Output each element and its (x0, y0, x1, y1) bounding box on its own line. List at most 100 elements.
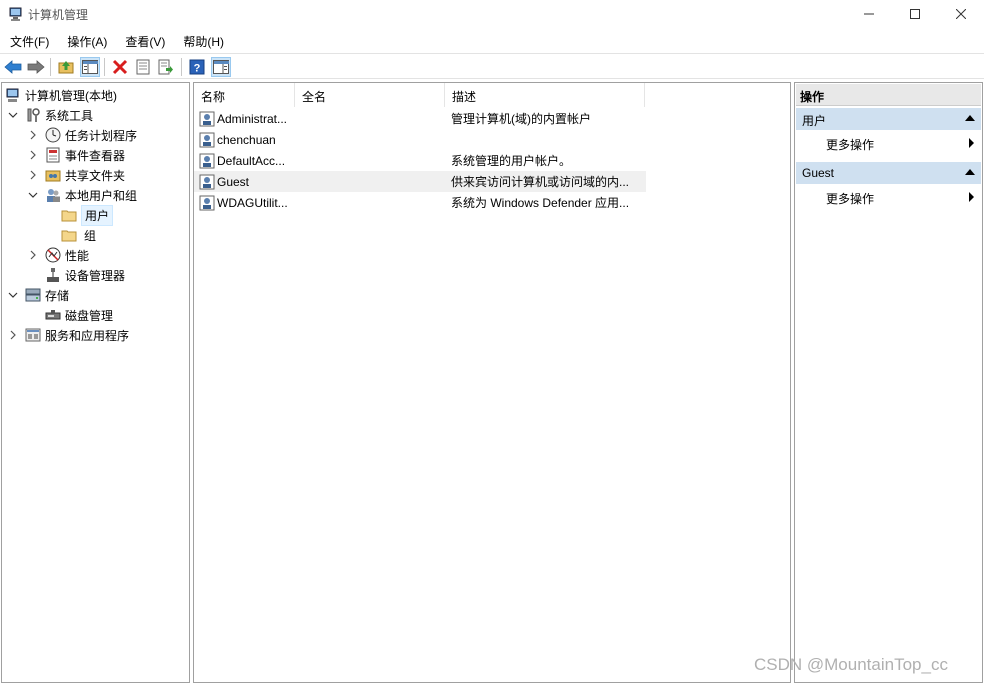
export-list-icon (158, 59, 173, 75)
toolbar-separator (181, 58, 182, 76)
user-name: chenchuan (217, 132, 276, 147)
properties-icon (136, 59, 150, 75)
tree-item-groups[interactable]: 组 (2, 225, 189, 245)
expand-chevron-icon[interactable] (7, 329, 19, 341)
forward-arrow-icon (27, 60, 45, 74)
table-row[interactable]: Guest 供来宾访问计算机或访问域的内... (194, 171, 646, 192)
action-label: 更多操作 (826, 138, 875, 152)
user-icon (199, 195, 215, 210)
svg-text:?: ? (194, 63, 201, 75)
list-header: 名称 全名 描述 (194, 83, 790, 107)
actions-section-guest[interactable]: Guest (796, 162, 981, 184)
table-row[interactable]: DefaultAcc... 系统管理的用户帐户。 (194, 150, 646, 171)
help-button[interactable]: ? (187, 57, 207, 77)
back-button[interactable] (3, 57, 23, 77)
tree-label: 系统工具 (45, 108, 94, 123)
storage-icon (25, 288, 41, 302)
menu-file[interactable]: 文件(F) (0, 30, 57, 52)
more-actions-users[interactable]: 更多操作 (796, 132, 981, 152)
tree-item-performance[interactable]: 性能 (2, 245, 189, 265)
user-icon (199, 111, 215, 126)
expand-chevron-icon[interactable] (27, 249, 39, 261)
minimize-button[interactable] (846, 0, 892, 28)
expand-chevron-icon[interactable] (27, 129, 39, 141)
section-label: 用户 (802, 114, 827, 128)
watermark: CSDN @MountainTop_cc (754, 655, 948, 674)
performance-icon (45, 247, 61, 263)
submenu-arrow-icon (969, 138, 974, 148)
collapse-chevron-icon[interactable] (7, 109, 19, 121)
title-bar[interactable]: 计算机管理 (0, 0, 984, 28)
expand-chevron-icon[interactable] (27, 169, 39, 181)
column-header-description[interactable]: 描述 (445, 83, 645, 107)
tree-item-computer-management[interactable]: 计算机管理(本地) (2, 85, 189, 105)
event-viewer-icon (46, 147, 60, 163)
collapse-chevron-icon[interactable] (27, 189, 39, 201)
user-icon (199, 132, 215, 147)
show-hide-action-pane-button[interactable] (211, 57, 231, 77)
delete-button[interactable] (110, 57, 130, 77)
more-actions-guest[interactable]: 更多操作 (796, 186, 981, 206)
tree-item-disk-management[interactable]: 磁盘管理 (2, 305, 189, 325)
tree-item-task-scheduler[interactable]: 任务计划程序 (2, 125, 189, 145)
up-one-level-button[interactable] (56, 57, 76, 77)
console-tree-pane[interactable]: 计算机管理(本地) 系统工具 任务计划程序 事件查看器 共享文件夹 本地用户和组… (1, 82, 190, 683)
collapse-caret-icon[interactable] (965, 169, 975, 175)
tree-item-services-apps[interactable]: 服务和应用程序 (2, 325, 189, 345)
close-button[interactable] (938, 0, 984, 28)
tree-label: 性能 (65, 248, 90, 263)
action-pane-icon (213, 60, 229, 74)
maximize-button[interactable] (892, 0, 938, 28)
tree-label: 服务和应用程序 (45, 328, 130, 343)
users-group-icon (47, 189, 60, 202)
tree-label: 设备管理器 (65, 268, 126, 283)
show-hide-console-tree-button[interactable] (80, 57, 100, 77)
users-list-pane[interactable]: 名称 全名 描述 Administrat... 管理计算机(域)的内置帐户 ch… (193, 82, 791, 683)
tree-item-event-viewer[interactable]: 事件查看器 (2, 145, 189, 165)
user-description: 系统为 Windows Defender 应用... (451, 196, 630, 210)
user-name: DefaultAcc... (217, 153, 286, 168)
folder-icon (61, 210, 77, 222)
table-row[interactable]: Administrat... 管理计算机(域)的内置帐户 (194, 108, 646, 129)
tree-item-local-users-groups[interactable]: 本地用户和组 (2, 185, 189, 205)
forward-button[interactable] (26, 57, 46, 77)
properties-button[interactable] (133, 57, 153, 77)
tree-item-shared-folders[interactable]: 共享文件夹 (2, 165, 189, 185)
collapse-caret-icon[interactable] (965, 115, 975, 121)
tree-item-device-manager[interactable]: 设备管理器 (2, 265, 189, 285)
tree-item-storage[interactable]: 存储 (2, 285, 189, 305)
actions-section-users[interactable]: 用户 (796, 108, 981, 130)
column-header-fullname[interactable]: 全名 (295, 83, 445, 107)
menu-bar: 文件(F) 操作(A) 查看(V) 帮助(H) (0, 30, 984, 52)
window-title: 计算机管理 (28, 8, 89, 22)
user-description: 系统管理的用户帐户。 (451, 154, 572, 168)
tree-item-users[interactable]: 用户 (2, 204, 189, 226)
actions-title: 操作 (796, 84, 981, 106)
collapse-chevron-icon[interactable] (7, 289, 19, 301)
tree-item-system-tools[interactable]: 系统工具 (2, 105, 189, 125)
user-description: 供来宾访问计算机或访问域的内... (451, 175, 630, 189)
folder-icon (61, 230, 77, 242)
toolbar: ? (0, 53, 984, 79)
column-header-name[interactable]: 名称 (194, 83, 295, 107)
expand-chevron-icon[interactable] (27, 149, 39, 161)
table-row[interactable]: WDAGUtilit... 系统为 Windows Defender 应用... (194, 192, 646, 213)
back-arrow-icon (4, 60, 22, 74)
toolbar-separator (50, 58, 51, 76)
services-icon (25, 328, 41, 342)
disk-icon (45, 310, 61, 320)
computer-management-icon (6, 88, 19, 102)
export-list-button[interactable] (156, 57, 176, 77)
menu-view[interactable]: 查看(V) (115, 30, 173, 52)
minimize-icon (864, 13, 874, 15)
maximize-icon (910, 9, 920, 19)
tree-label: 磁盘管理 (65, 308, 114, 323)
computer-management-icon (9, 7, 22, 21)
menu-help[interactable]: 帮助(H) (173, 30, 232, 52)
table-row[interactable]: chenchuan (194, 129, 646, 150)
device-manager-icon (47, 268, 59, 282)
menu-action[interactable]: 操作(A) (57, 30, 115, 52)
toolbar-separator (104, 58, 105, 76)
tree-label: 本地用户和组 (65, 188, 138, 203)
user-icon (199, 174, 215, 189)
